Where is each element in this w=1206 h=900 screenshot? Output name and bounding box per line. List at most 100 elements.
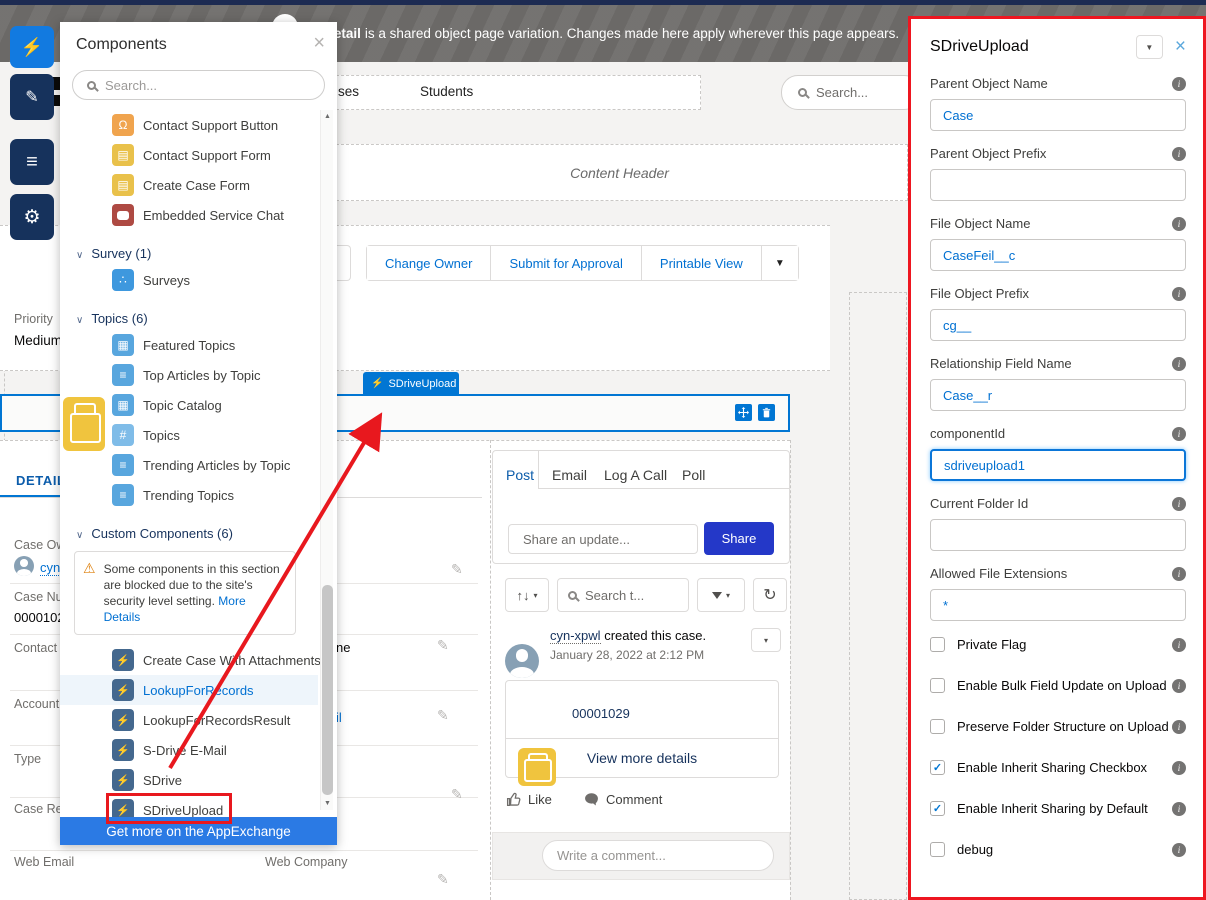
search-icon <box>568 591 577 600</box>
case-number-link[interactable]: 00001029 <box>572 706 630 721</box>
info-icon[interactable]: i <box>1172 77 1186 91</box>
tab-poll[interactable]: Poll <box>682 467 705 483</box>
current-folder-id-input[interactable] <box>930 519 1186 551</box>
info-icon[interactable]: i <box>1172 147 1186 161</box>
file-object-prefix-input[interactable] <box>930 309 1186 341</box>
feed-refresh-button[interactable]: ↻ <box>753 578 787 612</box>
tab-email[interactable]: Email <box>552 467 587 483</box>
feed-search-input[interactable]: Search t... <box>557 578 689 612</box>
theme-rail-button[interactable]: ✎ <box>10 74 54 120</box>
component-item[interactable]: ⚡ SDrive <box>60 765 318 795</box>
info-icon[interactable]: i <box>1172 638 1186 652</box>
close-icon[interactable]: × <box>313 32 325 55</box>
selected-component-tab[interactable]: ⚡ SDriveUpload <box>363 372 459 395</box>
edit-pencil-icon[interactable]: ✎ <box>437 637 449 654</box>
info-icon[interactable]: i <box>1172 357 1186 371</box>
share-button[interactable]: Share <box>704 522 774 555</box>
tab-post[interactable]: Post <box>506 467 534 483</box>
settings-rail-button[interactable]: ⚙ <box>10 194 54 240</box>
componentid-input[interactable] <box>930 449 1186 481</box>
info-icon[interactable]: i <box>1172 761 1186 775</box>
checkbox-row: debug i <box>930 841 1186 858</box>
feed-item-title: cyn-xpwl created this case. <box>550 628 706 643</box>
printable-view-button[interactable]: Printable View <box>642 246 762 280</box>
feed-author-link[interactable]: cyn-xpwl <box>550 628 601 644</box>
chevron-down-icon: ▼ <box>1145 43 1153 52</box>
like-button[interactable]: Like <box>506 792 552 807</box>
info-icon[interactable]: i <box>1172 427 1186 441</box>
component-item[interactable]: ∴ Surveys <box>60 265 318 295</box>
section-custom-components[interactable]: ∨ Custom Components (6) <box>60 510 318 545</box>
info-icon[interactable]: i <box>1172 287 1186 301</box>
checkbox-debug[interactable] <box>930 842 945 857</box>
section-topics[interactable]: ∨ Topics (6) <box>60 295 318 330</box>
info-icon[interactable]: i <box>1172 802 1186 816</box>
more-actions-dropdown[interactable]: ▼ <box>762 246 798 280</box>
feed-item-menu-button[interactable]: ▾ <box>751 628 781 652</box>
edit-pencil-icon[interactable]: ✎ <box>437 871 449 888</box>
checkbox-inherit-sharing-checkbox[interactable]: ✓ <box>930 760 945 775</box>
edit-pencil-icon[interactable]: ✎ <box>437 707 449 724</box>
component-item-highlighted[interactable]: ⚡ LookupForRecords <box>60 675 318 705</box>
checkbox-private-flag[interactable] <box>930 637 945 652</box>
edit-pencil-icon[interactable]: ✎ <box>451 786 463 803</box>
community-search-box[interactable]: Search... <box>781 75 921 110</box>
scroll-up-icon[interactable]: ▲ <box>321 113 334 120</box>
components-search-input[interactable]: Search... <box>72 70 325 100</box>
scrollbar-thumb[interactable] <box>322 585 333 795</box>
hashtag-icon: # <box>112 424 134 446</box>
tab-log-a-call[interactable]: Log A Call <box>604 467 667 483</box>
info-icon[interactable]: i <box>1172 567 1186 581</box>
section-survey[interactable]: ∨ Survey (1) <box>60 230 318 265</box>
component-item[interactable]: ▤ Contact Support Form <box>60 140 318 170</box>
write-comment-input[interactable]: Write a comment... <box>542 840 774 871</box>
info-icon[interactable]: i <box>1172 720 1186 734</box>
edit-pencil-icon[interactable]: ✎ <box>451 561 463 578</box>
lightning-icon: ⚡ <box>112 679 134 701</box>
headset-icon: Ω <box>112 114 134 136</box>
comment-button[interactable]: Comment <box>584 792 662 807</box>
scroll-down-icon[interactable]: ▼ <box>321 800 334 807</box>
parent-object-prefix-input[interactable] <box>930 169 1186 201</box>
close-icon[interactable]: × <box>1175 36 1186 58</box>
panel-dropdown-button[interactable]: ▼ <box>1136 35 1163 59</box>
move-icon <box>738 407 749 418</box>
scrollbar[interactable]: ▲ ▼ <box>320 110 333 810</box>
component-item[interactable]: ⚡ S-Drive E-Mail <box>60 735 318 765</box>
warning-icon: ⚠ <box>83 561 96 625</box>
card-divider <box>505 738 779 739</box>
view-more-details-link[interactable]: View more details <box>505 750 779 766</box>
info-icon[interactable]: i <box>1172 679 1186 693</box>
checkbox-inherit-sharing-default[interactable]: ✓ <box>930 801 945 816</box>
component-item[interactable]: ⚡ LookupForRecordsResult <box>60 705 318 735</box>
component-item[interactable]: ≡ Trending Articles by Topic <box>60 450 318 480</box>
file-object-name-input[interactable] <box>930 239 1186 271</box>
info-icon[interactable]: i <box>1172 843 1186 857</box>
component-item[interactable]: ≡ Top Articles by Topic <box>60 360 318 390</box>
component-item[interactable]: ≡ Trending Topics <box>60 480 318 510</box>
field-label: Web Email <box>14 855 74 869</box>
change-owner-button[interactable]: Change Owner <box>367 246 491 280</box>
feed-sort-button[interactable]: ↑↓▾ <box>505 578 549 612</box>
tab-students[interactable]: Students <box>420 84 473 99</box>
parent-object-name-input[interactable] <box>930 99 1186 131</box>
component-item[interactable]: ▤ Create Case Form <box>60 170 318 200</box>
move-component-button[interactable] <box>735 404 752 421</box>
component-item[interactable]: Ω Contact Support Button <box>60 110 318 140</box>
delete-component-button[interactable] <box>758 404 775 421</box>
allowed-file-extensions-input[interactable] <box>930 589 1186 621</box>
feed-filter-button[interactable]: ▾ <box>697 578 745 612</box>
structure-rail-button[interactable]: ≡ <box>10 139 54 185</box>
checkbox-preserve-folder-structure[interactable] <box>930 719 945 734</box>
component-item[interactable]: ▦ Featured Topics <box>60 330 318 360</box>
components-rail-button[interactable]: ⚡ <box>10 26 54 68</box>
relationship-field-name-input[interactable] <box>930 379 1186 411</box>
component-item[interactable]: ⚡ Create Case With Attachments <box>60 645 318 675</box>
submit-for-approval-button[interactable]: Submit for Approval <box>491 246 641 280</box>
share-update-input[interactable]: Share an update... <box>508 524 698 554</box>
component-item[interactable]: Embedded Service Chat <box>60 200 318 230</box>
checkbox-bulk-field-update[interactable] <box>930 678 945 693</box>
info-icon[interactable]: i <box>1172 497 1186 511</box>
info-icon[interactable]: i <box>1172 217 1186 231</box>
tab-cases-fragment[interactable]: ses <box>338 84 359 99</box>
